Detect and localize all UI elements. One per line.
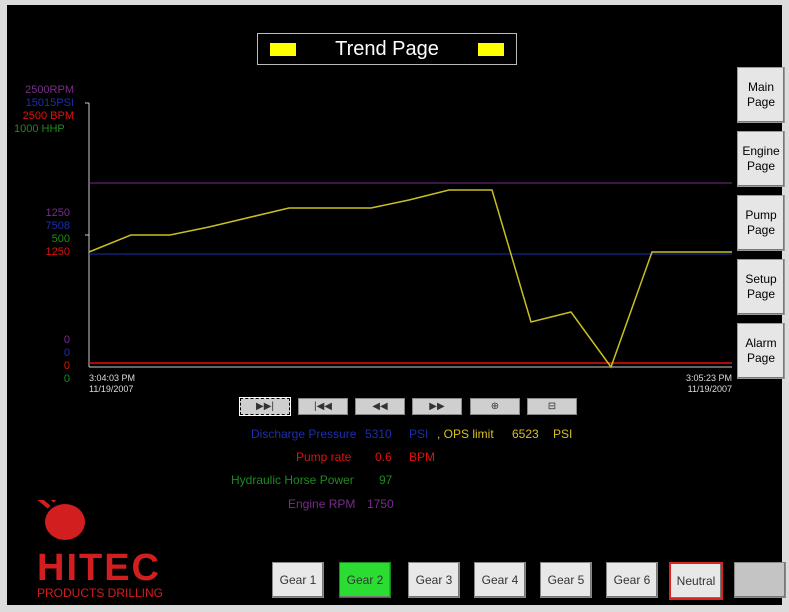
hhp-label: Hydraulic Horse Power xyxy=(231,473,354,487)
gear-1-button[interactable]: Gear 1 xyxy=(272,562,324,598)
gear-4-button[interactable]: Gear 4 xyxy=(474,562,526,598)
pump-rate-unit: BPM xyxy=(409,450,436,464)
hitec-logo: HITEC PRODUCTS DRILLING xyxy=(35,486,187,605)
gear-6-button[interactable]: Gear 6 xyxy=(606,562,658,598)
ops-limit-label: , OPS limit xyxy=(437,427,494,441)
zoom-reset-button[interactable]: ⊟ xyxy=(527,398,577,415)
engine-page-button[interactable]: Engine Page xyxy=(737,131,785,187)
pressure-label: Discharge Pressure xyxy=(251,427,357,441)
ops-limit-unit: PSI xyxy=(553,427,573,441)
time-end-date: 11/19/2007 xyxy=(687,384,732,394)
engine-rpm-label: Engine RPM xyxy=(288,497,356,511)
forward-button[interactable]: ▶▶ xyxy=(412,398,462,415)
hmi-screen: Trend Page 2500RPM 15015PSI 2500 BPM 100… xyxy=(7,5,786,605)
setup-page-button[interactable]: Setup Page xyxy=(737,259,785,315)
logo-subtitle: PRODUCTS DRILLING xyxy=(37,586,163,600)
first-button[interactable]: |◀◀ xyxy=(298,398,348,415)
main-page-button[interactable]: Main Page xyxy=(737,67,785,123)
hhp-trace xyxy=(88,189,732,369)
gear-5-button[interactable]: Gear 5 xyxy=(540,562,592,598)
alarm-page-button[interactable]: Alarm Page xyxy=(737,323,785,379)
hitec-logo-graphic: HITEC PRODUCTS DRILLING xyxy=(35,486,163,600)
time-end: 3:05:23 PM 11/19/2007 xyxy=(679,373,732,395)
gear-3-button[interactable]: Gear 3 xyxy=(408,562,460,598)
engine-rpm-value: 1750 xyxy=(367,497,394,511)
logo-brand: HITEC xyxy=(37,547,161,589)
ops-limit-value: 6523 xyxy=(512,427,539,441)
time-start-date: 11/19/2007 xyxy=(89,384,134,394)
gear-2-button[interactable]: Gear 2 xyxy=(339,562,391,598)
pressure-value: 5310 xyxy=(365,427,392,441)
pump-rate-value: 0.6 xyxy=(375,450,392,464)
zoom-in-button[interactable]: ⊕ xyxy=(470,398,520,415)
pump-rate-label: Pump rate xyxy=(296,450,352,464)
neutral-button[interactable]: Neutral xyxy=(669,562,723,600)
blank-button[interactable] xyxy=(734,562,786,598)
pressure-unit: PSI xyxy=(409,427,429,441)
time-start: 3:04:03 PM 11/19/2007 xyxy=(89,373,135,395)
hhp-value: 97 xyxy=(379,473,393,487)
pump-page-button[interactable]: Pump Page xyxy=(737,195,785,251)
play-button[interactable]: ▶▶| xyxy=(239,397,291,416)
trend-chart xyxy=(85,102,732,369)
time-end-clock: 3:05:23 PM xyxy=(685,373,732,383)
time-start-clock: 3:04:03 PM xyxy=(89,373,136,383)
rewind-button[interactable]: ◀◀ xyxy=(355,398,405,415)
